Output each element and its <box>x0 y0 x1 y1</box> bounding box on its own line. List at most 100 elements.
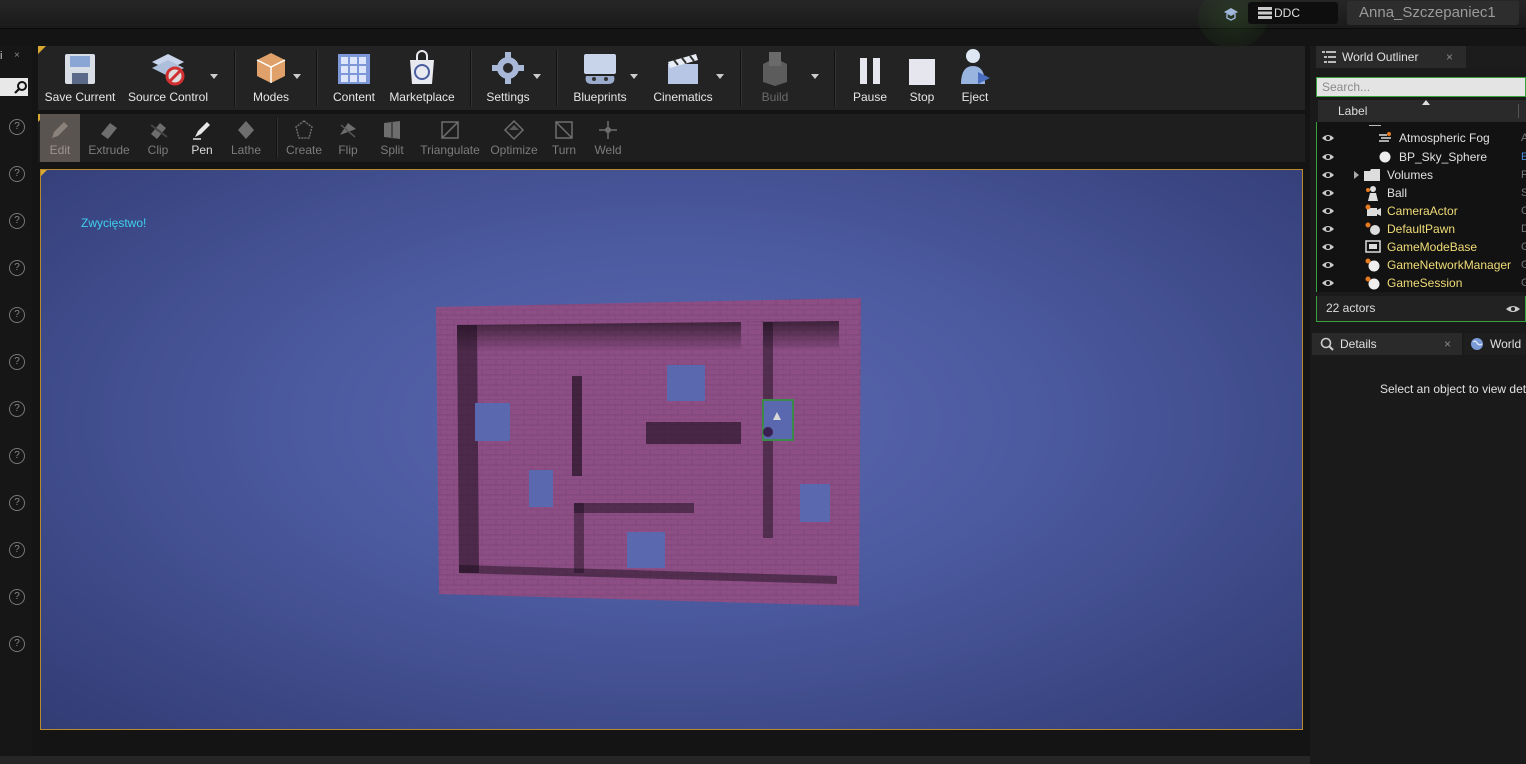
help-icon[interactable]: ? <box>9 589 25 605</box>
help-icon[interactable]: ? <box>9 166 25 182</box>
ddc-status[interactable]: DDC <box>1248 2 1338 24</box>
outliner-row[interactable]: GameSession G <box>1317 274 1526 292</box>
visibility-eye-icon[interactable] <box>1321 152 1335 162</box>
inner-wall <box>741 322 763 538</box>
pause-button[interactable]: Pause <box>844 46 896 110</box>
outliner-row[interactable]: Atmospheric Fog A <box>1317 129 1526 147</box>
expand-arrow-icon[interactable] <box>1354 171 1359 179</box>
split-icon <box>384 121 400 139</box>
geometry-tool-lathe[interactable]: Lathe <box>226 114 266 162</box>
source-control-button[interactable]: Source Control <box>124 46 212 110</box>
outliner-tree[interactable]: Atmospheric Fog A BP_Sky_Sphere E Volume… <box>1316 122 1526 292</box>
outliner-row[interactable]: GameModeBase G <box>1317 238 1526 256</box>
toolbar-separator <box>740 50 742 106</box>
geometry-tool-triangulate[interactable]: Triangulate <box>416 114 484 162</box>
geometry-tool-weld[interactable]: Weld <box>588 114 628 162</box>
ball[interactable] <box>763 427 773 437</box>
user-account[interactable]: Anna_Szczepaniec1 <box>1347 1 1519 25</box>
geometry-tool-split-label: Split <box>380 143 404 157</box>
geometry-tool-create[interactable]: Create <box>282 114 326 162</box>
geometry-toolbar: Edit Extrude Clip Pen Lathe Create Flip … <box>38 114 1305 162</box>
tab-details[interactable]: Details × <box>1312 333 1462 355</box>
left-tab-label[interactable]: i <box>0 50 2 62</box>
content-button[interactable]: Content <box>326 46 382 110</box>
outliner-row[interactable]: BP_Sky_Sphere E <box>1317 148 1526 166</box>
geometry-tool-turn-label: Turn <box>551 143 577 157</box>
visibility-eye-icon[interactable] <box>1321 170 1335 180</box>
actor-icon <box>1365 276 1380 290</box>
eject-button[interactable]: Eject <box>950 46 1000 110</box>
source-control-dropdown-icon[interactable] <box>210 74 218 79</box>
visibility-eye-icon[interactable] <box>1321 188 1335 198</box>
maze-hole <box>627 532 665 568</box>
outliner-row[interactable]: GameNetworkManager G <box>1317 256 1526 274</box>
tab-world-outliner[interactable]: World Outliner × <box>1316 46 1466 68</box>
turn-icon <box>555 121 573 139</box>
visibility-eye-icon[interactable] <box>1321 242 1335 252</box>
help-icon[interactable]: ? <box>9 213 25 229</box>
settings-dropdown-icon[interactable] <box>533 74 541 79</box>
geometry-tool-clip[interactable]: Clip <box>138 114 178 162</box>
modes-dropdown-icon[interactable] <box>293 74 301 79</box>
learn-icon[interactable] <box>1219 2 1243 26</box>
geometry-tool-split[interactable]: Split <box>374 114 410 162</box>
settings-label: Settings <box>486 90 530 104</box>
left-search-box[interactable] <box>0 78 28 96</box>
status-bar <box>0 756 1310 764</box>
settings-icon <box>492 52 524 84</box>
outliner-row[interactable]: CameraActor C <box>1317 202 1526 220</box>
geometry-tool-optimize[interactable]: Optimize <box>488 114 540 162</box>
marketplace-button[interactable]: Marketplace <box>386 46 458 110</box>
outliner-row[interactable]: DefaultPawn D <box>1317 220 1526 238</box>
geometry-tool-extrude[interactable]: Extrude <box>86 114 132 162</box>
view-options-eye-icon[interactable] <box>1505 304 1521 314</box>
geometry-tool-turn[interactable]: Turn <box>546 114 582 162</box>
help-icon[interactable]: ? <box>9 401 25 417</box>
build-dropdown-icon[interactable] <box>811 74 819 79</box>
build-button[interactable]: Build <box>750 46 800 110</box>
outliner-search-input[interactable]: Search... <box>1316 77 1526 97</box>
blueprints-dropdown-icon[interactable] <box>630 74 638 79</box>
tab-empty <box>1466 46 1526 68</box>
close-icon[interactable]: × <box>1444 337 1451 351</box>
eject-label: Eject <box>961 90 989 104</box>
help-icon[interactable]: ? <box>9 119 25 135</box>
outliner-column-header[interactable]: Label <box>1318 100 1526 122</box>
visibility-eye-icon[interactable] <box>1321 260 1335 270</box>
outliner-row[interactable]: Ball S <box>1317 184 1526 202</box>
column-divider[interactable] <box>1518 104 1519 118</box>
help-icon[interactable]: ? <box>9 260 25 276</box>
help-icon[interactable]: ? <box>9 354 25 370</box>
help-icon[interactable]: ? <box>9 495 25 511</box>
visibility-eye-icon[interactable] <box>1321 206 1335 216</box>
geometry-tool-edit[interactable]: Edit <box>40 114 80 162</box>
help-icon[interactable]: ? <box>9 542 25 558</box>
outliner-row-name: DefaultPawn <box>1387 222 1456 236</box>
stop-button[interactable]: Stop <box>898 46 946 110</box>
build-label: Build <box>761 90 789 104</box>
help-icon[interactable]: ? <box>9 307 25 323</box>
outliner-row[interactable]: Volumes F <box>1317 166 1526 184</box>
tab-world-settings[interactable]: World <box>1464 333 1526 355</box>
visibility-eye-icon[interactable] <box>1321 133 1335 143</box>
blueprints-button[interactable]: Blueprints <box>566 46 634 110</box>
wall-shadow <box>574 503 584 573</box>
modes-button[interactable]: Modes <box>242 46 300 110</box>
visibility-eye-icon[interactable] <box>1321 278 1335 288</box>
help-icon[interactable]: ? <box>9 448 25 464</box>
clip-icon <box>150 123 168 139</box>
save-current-button[interactable]: Save Current <box>44 46 116 110</box>
maze-scene[interactable] <box>41 170 1302 729</box>
help-icon[interactable]: ? <box>9 636 25 652</box>
geometry-tool-flip[interactable]: Flip <box>330 114 366 162</box>
geometry-tool-pen[interactable]: Pen <box>182 114 222 162</box>
visibility-eye-icon[interactable] <box>1321 224 1335 234</box>
level-viewport[interactable]: Zwycięstwo! <box>40 169 1303 730</box>
settings-button[interactable]: Settings <box>480 46 536 110</box>
label-column-header[interactable]: Label <box>1338 104 1367 118</box>
close-icon[interactable]: × <box>1446 50 1453 64</box>
cinematics-button[interactable]: Cinematics <box>650 46 716 110</box>
cinematics-dropdown-icon[interactable] <box>716 74 724 79</box>
left-tab-close-icon[interactable]: × <box>14 50 20 61</box>
details-tab-label: Details <box>1340 337 1377 351</box>
